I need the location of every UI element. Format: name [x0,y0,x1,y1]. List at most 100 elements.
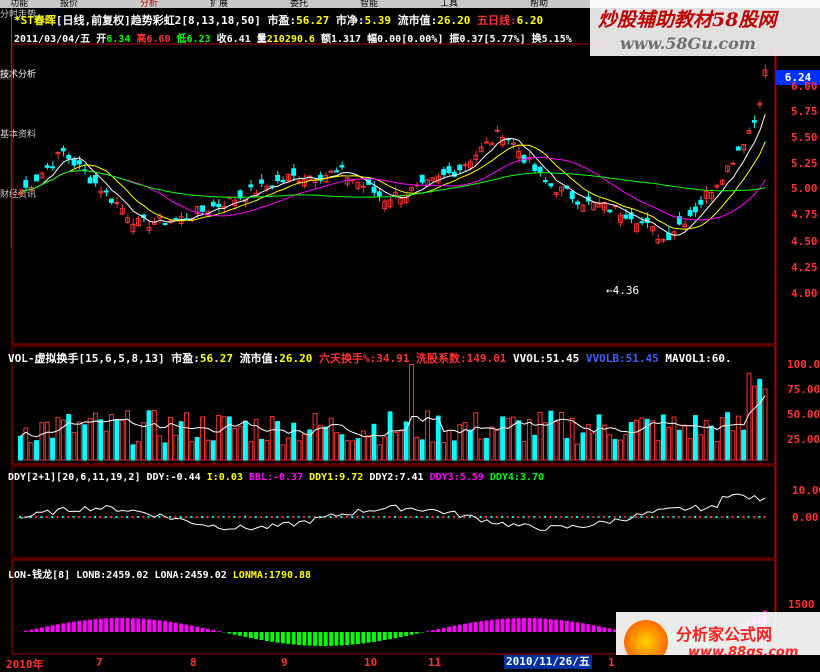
price-axis-label: 6.00 [791,80,818,93]
volume-bar [377,445,381,460]
candle-body [495,130,499,131]
volume-bar [238,426,242,460]
ddy-panel [18,494,768,530]
high-value: 6.60 [146,34,170,45]
date-label: 8 [190,656,197,669]
lon-bar [538,618,542,632]
candle-body [420,175,424,182]
lon-bar [56,624,60,632]
volume-bar [399,431,403,460]
volume-bar [67,414,71,460]
volume-bar [174,435,178,460]
lon-bar [565,621,569,632]
volume-bar [335,433,339,460]
volume-bar [538,412,542,460]
candle-body [329,171,333,172]
volume-bar [720,418,724,460]
volume-bar [474,413,478,460]
volume-bar [324,427,328,460]
lon-bar [410,632,414,635]
volume-bar [77,422,81,460]
candle-body [624,215,628,218]
ddy-dot [351,516,353,518]
volume-bar [677,430,681,460]
volume-bar [185,413,189,460]
ddy-dot [330,516,332,518]
ddy-dot [485,516,487,518]
ddy-dot [726,516,728,518]
ddy-dot [271,516,273,518]
candle-body [736,147,740,150]
vol-indicator-name: VOL-虚拟换手 [8,352,79,365]
price-axis-label: 4.00 [791,287,818,300]
volume-bar [479,439,483,460]
volume-bar [522,442,526,460]
ddy-dot [190,516,192,518]
lon-bar [608,628,612,632]
lon-bar [576,622,580,632]
volume-bar [651,421,655,460]
volume-bar [217,415,221,460]
volume-bar [99,420,103,460]
lon-bar [570,622,574,632]
volume-bar [624,435,628,460]
date-label: 7 [96,656,103,669]
pe-value: 56.27 [296,14,329,27]
volume-bar [415,437,419,460]
lon-bar [447,627,451,632]
ddy-dot [201,516,203,518]
volume-bar [233,429,237,460]
candle-body [115,203,119,204]
volume-bar [490,427,494,460]
lon-bar [361,632,365,643]
candle-body [335,171,339,172]
lon-bar [45,626,49,632]
candle-body [88,178,92,183]
ddy-dot [421,516,423,518]
amount-value: 1.317 [331,34,361,45]
volume-bar [613,440,617,460]
ddy-value: -0.44 [171,472,201,483]
date-label: 1 [608,656,615,669]
volume-bar [447,430,451,460]
lon-bar [522,618,526,632]
lon-bar [77,621,81,632]
price-axis-label: 4.25 [791,261,818,274]
mavol-value: 60. [712,352,732,365]
lon-bar [302,632,306,645]
ddy-dot [501,516,503,518]
lon-bar [399,632,403,637]
candle-body [640,222,644,223]
lon-bar [174,623,178,632]
volume-bar [388,412,392,460]
lon-bar [367,632,371,643]
lon-bar [147,619,151,632]
volume-bar [94,413,98,460]
lon-bar [442,628,446,632]
ddy-indicator-params: [20,6,11,19,2] [56,472,140,483]
lon-bar [356,632,360,644]
vol-pe-label: 市盈: [171,352,200,365]
bar-date: 2011/03/04/五 [14,34,90,45]
volume-bar [565,439,569,460]
lona-value: 2459.02 [185,570,227,581]
volume-bar [206,440,210,460]
volume-bar [35,441,39,460]
volume-bar [281,445,285,460]
candle-body [694,207,698,212]
volume-bar [511,417,515,460]
price-axis-label: 4.75 [791,208,818,221]
candle-body [533,165,537,171]
pb-value: 5.39 [364,14,391,27]
volume-bar [586,425,590,460]
volume-bar [619,440,623,460]
six-day-turnover-label: 六天换手%: [319,352,376,365]
volume-bar [570,419,574,460]
candle-body [110,199,114,202]
candle-body [372,187,376,192]
lon-bar [383,632,387,640]
watermark-top-title: 炒股辅助教材58股网 [598,5,776,32]
candle-body [61,148,65,150]
lon-bar [394,632,398,638]
volume-bar [142,423,146,460]
